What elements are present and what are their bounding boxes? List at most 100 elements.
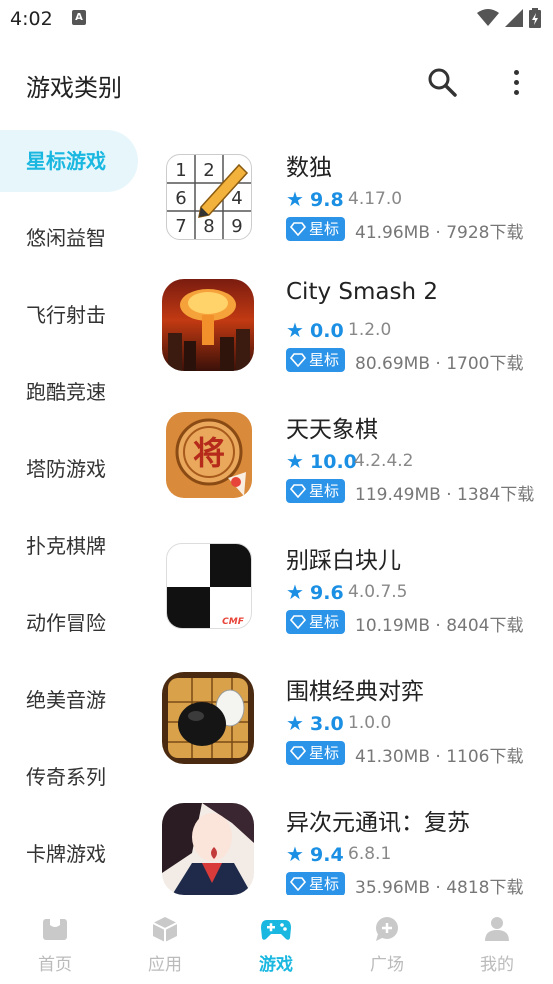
piano-tiles-icon: CMF (166, 543, 252, 629)
sudoku-digit: 6 (175, 188, 186, 209)
badge-label: 星标 (309, 482, 340, 500)
star-badge: 星标 (286, 741, 346, 765)
game-version: 1.0.0 (348, 713, 392, 733)
diamond-icon (290, 746, 306, 760)
star-icon: ★ (286, 449, 304, 473)
badge-label: 星标 (309, 744, 340, 762)
game-meta: 35.96MB · 4818下载 (355, 878, 524, 895)
game-item[interactable]: 围棋经典对弈 ★ 3.0 1.0.0 星标 41.30MB · 1106下载 (150, 654, 553, 785)
category-item-legend[interactable]: 传奇系列 (0, 746, 138, 808)
sudoku-digit: 1 (175, 160, 186, 181)
category-sidebar: 星标游戏 悠闲益智 飞行射击 跑酷竞速 塔防游戏 扑克棋牌 动作冒险 绝美音游 … (0, 130, 140, 900)
go-game-icon (162, 672, 254, 764)
home-icon (43, 919, 67, 940)
game-item[interactable]: City Smash 2 ★ 0.0 1.2.0 星标 80.69MB · 17… (150, 261, 553, 392)
game-item[interactable]: 将 天天象棋 ★ 10.0 4.2.4.2 星标 119.49MB · 1384… (150, 392, 553, 523)
category-item-starred[interactable]: 星标游戏 (0, 130, 138, 192)
more-dot-icon (513, 79, 519, 85)
diamond-icon (290, 615, 306, 629)
app-header: 游戏类别 (0, 50, 553, 116)
nav-games[interactable]: 游戏 (221, 900, 331, 984)
game-name: 数独 (286, 155, 332, 181)
game-meta: 119.49MB · 1384下载 (355, 485, 535, 505)
game-item[interactable]: 异次元通讯：复苏 ★ 9.4 6.8.1 星标 35.96MB · 4818下载 (150, 785, 553, 895)
status-bar: 4:02 A (0, 0, 553, 40)
sudoku-digit: 9 (231, 216, 242, 237)
star-badge: 星标 (286, 610, 346, 634)
star-badge: 星标 (286, 872, 346, 895)
gamepad-icon (261, 920, 291, 940)
category-item-casual-puzzle[interactable]: 悠闲益智 (0, 207, 138, 269)
nav-home[interactable]: 首页 (0, 900, 110, 984)
diamond-icon (290, 353, 306, 367)
nav-square[interactable]: 广场 (332, 900, 442, 984)
game-name: 异次元通讯：复苏 (286, 810, 470, 836)
category-item-music[interactable]: 绝美音游 (0, 669, 138, 731)
sudoku-digit: 7 (175, 216, 186, 237)
battery-icon (529, 8, 541, 28)
more-dot-icon (513, 69, 519, 75)
sudoku-digit: 2 (203, 160, 214, 181)
bottom-nav: 首页 应用 游戏 广场 我的 (0, 900, 553, 984)
game-item[interactable]: CMF 别踩白块儿 ★ 9.6 4.0.7.5 星标 10.19MB · 840… (150, 523, 553, 654)
game-meta: 41.96MB · 7928下载 (355, 223, 524, 243)
game-item[interactable]: 1 2 6 4 7 8 9 数独 ★ 9.8 4.17.0 星标 41.96MB… (150, 130, 553, 261)
chat-icon (376, 917, 398, 941)
sudoku-icon: 1 2 6 4 7 8 9 (166, 154, 252, 240)
sudoku-digit: 8 (203, 216, 214, 237)
wifi-icon (477, 9, 499, 26)
game-rating: 9.8 (310, 189, 344, 211)
game-meta: 41.30MB · 1106下载 (355, 747, 524, 767)
more-options-button[interactable] (505, 66, 527, 98)
badge-label: 星标 (309, 613, 340, 631)
game-name: City Smash 2 (286, 279, 438, 305)
nav-label: 首页 (38, 955, 72, 975)
game-version: 4.2.4.2 (354, 451, 414, 471)
sudoku-digit: 4 (231, 188, 242, 209)
category-item-action-adventure[interactable]: 动作冒险 (0, 592, 138, 654)
game-name: 别踩白块儿 (286, 548, 401, 574)
badge-label: 星标 (309, 220, 340, 238)
star-badge: 星标 (286, 217, 346, 241)
category-item-card[interactable]: 卡牌游戏 (0, 823, 138, 885)
game-rating: 9.4 (310, 844, 344, 866)
category-item-flight-shooting[interactable]: 飞行射击 (0, 284, 138, 346)
star-icon: ★ (286, 580, 304, 604)
star-badge: 星标 (286, 348, 346, 372)
category-item-tower-defense[interactable]: 塔防游戏 (0, 438, 138, 500)
star-icon: ★ (286, 842, 304, 866)
xiangqi-icon: 将 (166, 412, 252, 498)
game-name: 天天象棋 (286, 417, 378, 443)
category-item-poker-chess[interactable]: 扑克棋牌 (0, 515, 138, 577)
nav-profile[interactable]: 我的 (442, 900, 552, 984)
diamond-icon (290, 877, 306, 891)
game-rating: 9.6 (310, 582, 344, 604)
game-version: 4.0.7.5 (348, 582, 408, 602)
game-rating: 10.0 (310, 451, 357, 473)
badge-label: 星标 (309, 351, 340, 369)
diamond-icon (290, 484, 306, 498)
person-icon (485, 917, 509, 941)
category-item-parkour-racing[interactable]: 跑酷竞速 (0, 361, 138, 423)
nav-apps[interactable]: 应用 (110, 900, 220, 984)
search-button[interactable] (426, 66, 458, 98)
game-version: 1.2.0 (348, 320, 392, 340)
game-name: 围棋经典对弈 (286, 679, 424, 705)
nav-label: 我的 (480, 955, 514, 975)
game-list: 1 2 6 4 7 8 9 数独 ★ 9.8 4.17.0 星标 41.96MB… (150, 130, 553, 895)
chess-piece-glyph: 将 (193, 434, 225, 472)
diamond-icon (290, 222, 306, 236)
star-icon: ★ (286, 318, 304, 342)
box-icon (152, 917, 178, 942)
status-time: 4:02 (10, 8, 53, 30)
game-version: 4.17.0 (348, 189, 403, 209)
nav-label: 广场 (370, 955, 404, 975)
city-smash-icon (162, 279, 254, 371)
notification-icon: A (72, 10, 86, 25)
star-icon: ★ (286, 711, 304, 735)
search-icon (428, 68, 457, 97)
game-meta: 10.19MB · 8404下载 (355, 616, 524, 636)
game-rating: 0.0 (310, 320, 344, 342)
nav-label: 应用 (148, 955, 182, 975)
more-dot-icon (513, 89, 519, 95)
